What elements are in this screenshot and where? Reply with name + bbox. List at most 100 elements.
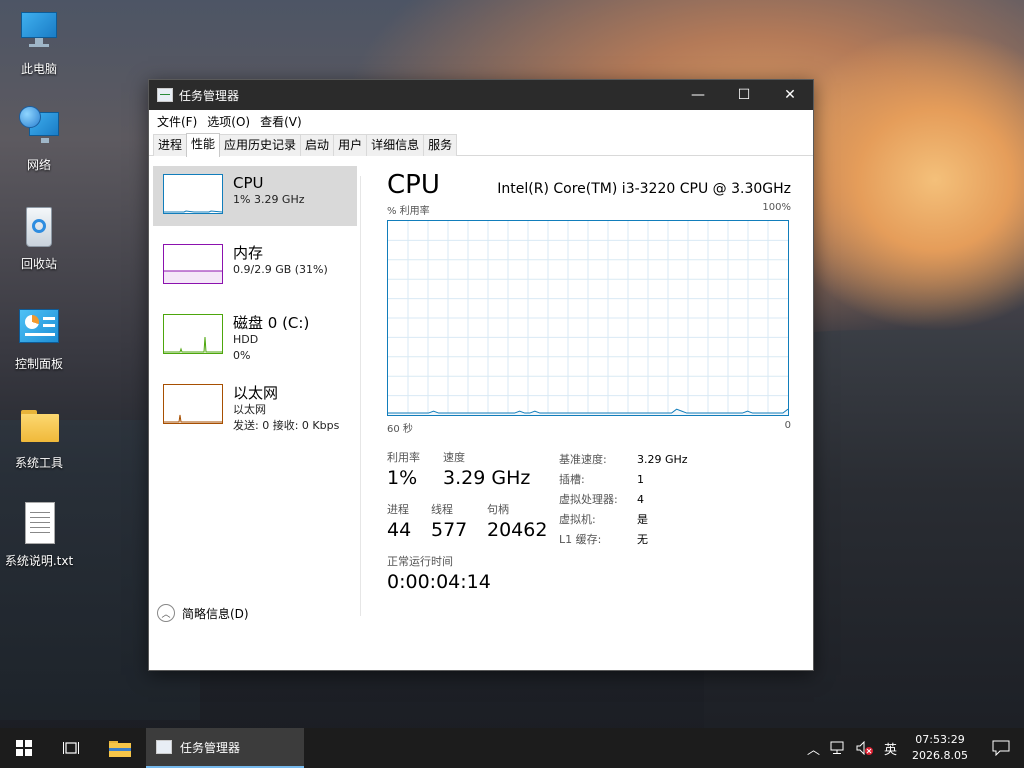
spec-value: 1 <box>637 472 644 486</box>
taskbar-app-task-manager[interactable]: 任务管理器 <box>146 728 304 768</box>
folder-icon <box>109 741 131 757</box>
volume-muted-icon[interactable] <box>851 728 879 768</box>
recycle-bin-icon <box>17 205 61 249</box>
sidebar-ethernet-throughput: 发送: 0 接收: 0 Kbps <box>233 419 340 432</box>
stat-handles: 句柄 20462 <box>487 501 547 541</box>
spec-row: 基准速度: 3.29 GHz <box>559 449 688 469</box>
desktop-icon-control-panel[interactable]: 控制面板 <box>0 305 78 372</box>
fewer-details-link[interactable]: ︿ 简略信息(D) <box>157 604 249 622</box>
tab-processes[interactable]: 进程 <box>153 134 188 156</box>
sidebar-disk-type: HDD <box>233 333 259 346</box>
chevron-up-icon[interactable]: ︿ <box>802 728 825 768</box>
tab-app-history[interactable]: 应用历史记录 <box>219 134 302 156</box>
network-status-icon[interactable] <box>825 728 851 768</box>
spec-key: 插槽: <box>559 473 585 486</box>
text-file-icon <box>17 502 61 546</box>
tab-users[interactable]: 用户 <box>333 134 368 156</box>
spec-value: 3.29 GHz <box>637 452 688 466</box>
graph-ymax-label: 100% <box>762 202 791 213</box>
tab-startup[interactable]: 启动 <box>300 134 335 156</box>
desktop-icon-network[interactable]: 网络 <box>0 106 78 173</box>
clock-time: 07:53:29 <box>915 733 965 746</box>
spec-row: 虚拟机: 是 <box>559 509 688 529</box>
tab-performance[interactable]: 性能 <box>186 133 221 157</box>
ethernet-thumbnail-graph <box>163 384 223 424</box>
menu-options[interactable]: 选项(O) <box>205 113 258 130</box>
sidebar-item-memory[interactable]: 内存 0.9/2.9 GB (31%) <box>153 236 357 296</box>
stat-label: 线程 <box>431 503 453 516</box>
pane-divider <box>360 176 361 616</box>
stat-value: 0:00:04:14 <box>387 571 491 593</box>
stat-label: 正常运行时间 <box>387 555 453 568</box>
desktop-icon-label: 系统说明.txt <box>4 554 74 568</box>
maximize-button[interactable]: ☐ <box>721 80 767 110</box>
menu-bar: 文件(F) 选项(O) 查看(V) <box>149 110 813 132</box>
spec-value: 4 <box>637 492 644 506</box>
stat-label: 进程 <box>387 503 409 516</box>
stat-label: 利用率 <box>387 451 420 464</box>
clock[interactable]: 07:53:29 2026.8.05 <box>902 732 978 764</box>
clock-date: 2026.8.05 <box>912 749 968 762</box>
desktop-icon-readme[interactable]: 系统说明.txt <box>0 502 78 569</box>
sidebar-cpu-name: CPU <box>233 174 264 192</box>
desktop-icon-label: 网络 <box>26 158 51 172</box>
taskbar: 任务管理器 ︿ 英 07:53:29 2026.8.05 <box>0 728 1024 768</box>
spec-value: 是 <box>637 513 648 526</box>
minimize-button[interactable]: — <box>675 80 721 110</box>
notification-icon[interactable] <box>978 728 1024 768</box>
close-button[interactable]: ✕ <box>767 80 813 110</box>
desktop-icon-this-pc[interactable]: 此电脑 <box>0 10 78 77</box>
tab-strip: 进程 性能 应用历史记录 启动 用户 详细信息 服务 <box>149 132 813 157</box>
cpu-detail-pane: CPU Intel(R) Core(TM) i3-3220 CPU @ 3.30… <box>387 170 791 599</box>
stat-label: 速度 <box>443 451 465 464</box>
graph-xlabel: 60 秒 <box>387 424 413 435</box>
spec-key: L1 缓存: <box>559 533 602 546</box>
detail-title: CPU <box>387 170 440 200</box>
desktop-icon-recycle-bin[interactable]: 回收站 <box>0 205 78 272</box>
tab-services[interactable]: 服务 <box>423 134 458 156</box>
control-panel-icon <box>17 305 61 349</box>
sidebar-item-ethernet[interactable]: 以太网 以太网 发送: 0 接收: 0 Kbps <box>153 376 357 436</box>
sidebar-ethernet-adapter: 以太网 <box>233 403 266 416</box>
network-icon <box>17 106 61 150</box>
disk-thumbnail-graph <box>163 314 223 354</box>
file-explorer-button[interactable] <box>96 728 144 768</box>
cpu-model-name: Intel(R) Core(TM) i3-3220 CPU @ 3.30GHz <box>497 181 791 197</box>
chevron-up-icon: ︿ <box>157 604 175 622</box>
cpu-graph-svg <box>388 221 789 415</box>
taskbar-app-label: 任务管理器 <box>180 740 241 755</box>
spec-key: 虚拟处理器: <box>559 493 618 506</box>
task-view-button[interactable] <box>48 728 96 768</box>
graph-xmin-label: 0 <box>784 420 791 431</box>
fewer-details-label: 简略信息(D) <box>182 606 249 621</box>
desktop-icon-label: 回收站 <box>20 257 57 271</box>
desktop-icon-label: 控制面板 <box>14 357 63 371</box>
cpu-stats: 利用率 1% 速度 3.29 GHz 进程 44 线程 577 句柄 20462… <box>387 449 791 599</box>
sidebar-item-cpu[interactable]: CPU 1% 3.29 GHz <box>153 166 357 226</box>
stat-uptime: 正常运行时间 0:00:04:14 <box>387 553 491 593</box>
sidebar-ethernet-name: 以太网 <box>233 384 279 402</box>
desktop-icon-system-tools[interactable]: 系统工具 <box>0 404 78 471</box>
start-button[interactable] <box>0 728 48 768</box>
ime-indicator[interactable]: 英 <box>879 728 902 768</box>
cpu-utilization-graph <box>387 220 789 416</box>
sidebar-disk-usage: 0% <box>233 349 251 362</box>
cpu-thumbnail-graph <box>163 174 223 214</box>
sidebar-item-disk[interactable]: 磁盘 0 (C:) HDD 0% <box>153 306 357 366</box>
sidebar-memory-usage: 0.9/2.9 GB (31%) <box>233 263 328 276</box>
tab-details[interactable]: 详细信息 <box>366 134 425 156</box>
desktop-icon-label: 系统工具 <box>14 456 63 470</box>
memory-thumbnail-graph <box>163 244 223 284</box>
stat-processes: 进程 44 <box>387 501 411 541</box>
menu-view[interactable]: 查看(V) <box>258 113 310 130</box>
menu-file[interactable]: 文件(F) <box>155 113 205 130</box>
spec-value: 无 <box>637 533 648 546</box>
stat-value: 20462 <box>487 519 548 541</box>
sidebar-memory-name: 内存 <box>233 244 264 262</box>
windows-logo-icon <box>16 740 32 756</box>
window-title: 任务管理器 <box>179 88 240 103</box>
task-manager-window: 任务管理器 — ☐ ✕ 文件(F) 选项(O) 查看(V) 进程 性能 应用历史… <box>148 79 814 671</box>
title-bar[interactable]: 任务管理器 — ☐ ✕ <box>149 80 813 110</box>
resource-sidebar: CPU 1% 3.29 GHz 内存 0.9/2.9 GB (31%) 磁盘 0… <box>153 166 357 446</box>
stat-value: 44 <box>387 519 412 541</box>
